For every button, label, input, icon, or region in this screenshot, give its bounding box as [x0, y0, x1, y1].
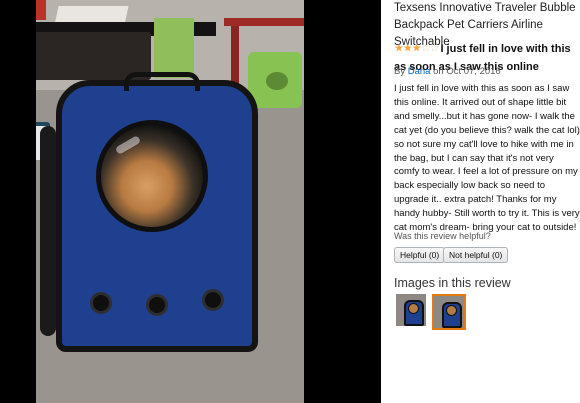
star-icon: ★: [402, 42, 413, 55]
helpful-question: Was this review helpful?: [394, 231, 491, 241]
review-panel: Texsens Innovative Traveler Bubble Backp…: [381, 0, 580, 403]
not-helpful-button[interactable]: Not helpful (0): [443, 247, 509, 263]
review-image-thumbnail-1[interactable]: [396, 294, 426, 326]
photo-red-table: [224, 18, 304, 26]
star-icon: ★: [411, 42, 422, 55]
images-heading: Images in this review: [394, 276, 511, 290]
helpful-button[interactable]: Helpful (0): [394, 247, 446, 263]
air-vent: [146, 294, 168, 316]
photo-green-box: [154, 18, 194, 78]
review-photo: [36, 0, 304, 403]
byline-date-prefix: on: [433, 66, 444, 77]
star-icon: ★: [394, 42, 404, 55]
star-rating: ★★★☆☆: [394, 42, 440, 54]
lightbox-left-margin: [0, 0, 36, 403]
byline-prefix: By: [394, 66, 406, 77]
photo-red-can: [36, 0, 46, 20]
review-author-link[interactable]: Dana: [408, 66, 431, 77]
thumbnail-bubble: [446, 305, 457, 316]
review-byline: By Dana on Oct 07, 2016: [394, 66, 501, 77]
air-vent: [202, 289, 224, 311]
review-image-thumbnail-2[interactable]: [432, 294, 466, 330]
bubble-backpack: [40, 72, 258, 352]
backpack-handle: [124, 72, 200, 91]
backpack-strap: [40, 126, 56, 336]
air-vent: [90, 292, 112, 314]
review-body: I just fell in love with this as soon as…: [394, 83, 580, 234]
backpack-bubble-window: [96, 120, 208, 232]
bubble-shine: [114, 135, 142, 155]
photo-lime-stool-hole: [266, 72, 288, 90]
star-icon: ☆: [420, 42, 431, 55]
thumbnail-bubble: [408, 303, 419, 314]
review-date: Oct 07, 2016: [446, 66, 501, 77]
star-icon: ☆: [429, 42, 440, 55]
